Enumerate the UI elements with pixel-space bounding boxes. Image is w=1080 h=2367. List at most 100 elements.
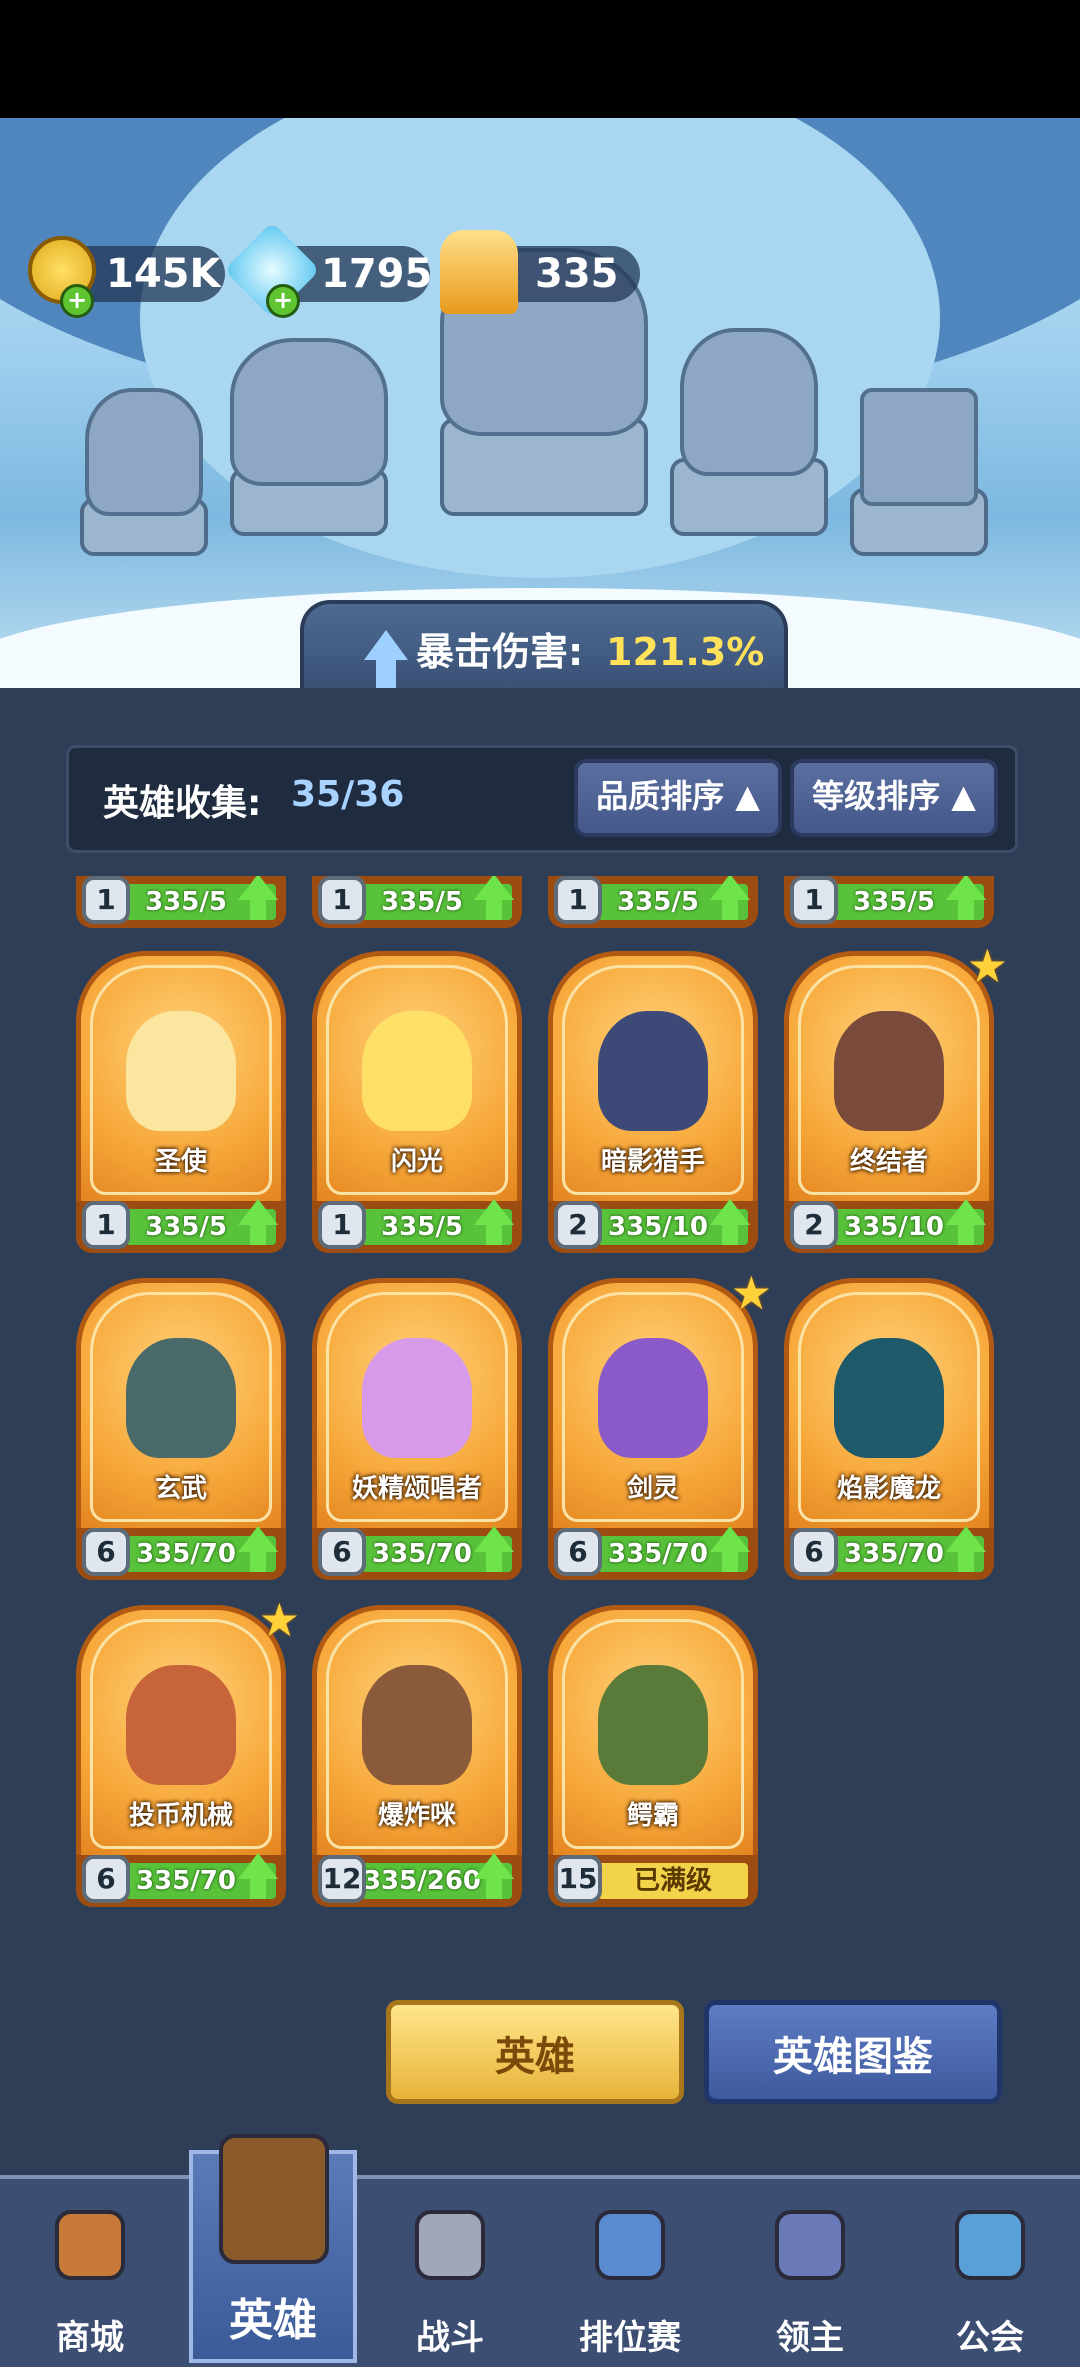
- hero-card-grid[interactable]: 狮鹫 335/5 1 凛冬之心 335/5 1 绯红之镰 335/5 1: [0, 876, 1080, 1966]
- nav-label: 战斗: [416, 2318, 484, 2358]
- upgrade-arrow-stem: [722, 1223, 738, 1245]
- hero-level-badge: 12: [318, 1855, 366, 1903]
- hero-level-badge: 15: [554, 1855, 602, 1903]
- upgrade-arrow-icon: [238, 1199, 278, 1225]
- upgrade-arrow-icon: [474, 876, 514, 900]
- hero-card[interactable]: 暗影猎手 335/10 2: [548, 951, 758, 1256]
- hero-level-badge: 1: [318, 1201, 366, 1249]
- hero-card[interactable]: 终结者 335/10 2 ★: [784, 939, 1008, 1256]
- add-crystal-icon[interactable]: +: [266, 284, 300, 318]
- shard-progress-text: 335/70: [844, 1539, 944, 1569]
- nav-item-rank-shield[interactable]: 排位赛: [555, 2190, 705, 2363]
- crit-damage-banner: 暴击伤害: 121.3%: [300, 600, 788, 692]
- shard-progress-text: 335/5: [381, 887, 463, 917]
- hero-card[interactable]: 闪光 335/5 1: [312, 951, 522, 1256]
- hero-portrait: [598, 1665, 708, 1785]
- hero-portrait: [834, 1011, 944, 1131]
- upgrade-arrow-stem: [486, 1877, 502, 1899]
- hero-level-badge: 1: [82, 876, 130, 924]
- upgrade-arrow-icon: [238, 1526, 278, 1552]
- hero-level-badge: 1: [82, 1201, 130, 1249]
- star-icon: ★: [258, 1593, 300, 1647]
- hero-card[interactable]: 狮鹫 335/5 1: [76, 876, 286, 931]
- upgrade-arrow-stem: [958, 1550, 974, 1572]
- hero-card[interactable]: 绯红之镰 335/5 1: [548, 876, 758, 931]
- crystal-amount: 1795: [321, 251, 433, 297]
- hero-level-badge: 1: [554, 876, 602, 924]
- griffin-statue: [230, 338, 388, 486]
- gold-shard-icon: [440, 230, 518, 314]
- upgrade-arrow-stem: [250, 1550, 266, 1572]
- nav-item-guild-tower[interactable]: 公会: [915, 2190, 1065, 2363]
- hero-level-badge: 6: [318, 1528, 366, 1576]
- hero-name: 暗影猎手: [600, 1147, 705, 1177]
- hero-codex-button[interactable]: 英雄图鉴: [704, 2000, 1002, 2104]
- collection-label: 英雄收集:: [103, 783, 262, 824]
- shard-progress-text: 335/70: [136, 1539, 236, 1569]
- crit-damage-value: 121.3%: [606, 630, 765, 674]
- hero-card[interactable]: 爆炸咪 335/260 12: [312, 1605, 522, 1910]
- hero-portrait: [598, 1011, 708, 1131]
- gargoyle-statue: [85, 388, 203, 516]
- hero-card[interactable]: 凛冬之心 335/5 1: [312, 876, 522, 931]
- upgrade-arrow-stem: [722, 1550, 738, 1572]
- hero-portrait: [126, 1665, 236, 1785]
- hero-name: 投币机械: [128, 1801, 233, 1831]
- hero-name: 妖精颂唱者: [351, 1474, 482, 1504]
- hero-card[interactable]: 剑灵 335/70 6 ★: [548, 1266, 772, 1583]
- hero-level-badge: 2: [790, 1201, 838, 1249]
- shard-progress-text: 335/5: [381, 1212, 463, 1242]
- shard-progress-text: 335/5: [145, 887, 227, 917]
- hero-card[interactable]: 圣使 335/5 1: [76, 951, 286, 1256]
- hero-tab-button[interactable]: 英雄: [386, 2000, 684, 2104]
- shop-icon: [55, 2210, 125, 2280]
- nav-label: 商城: [56, 2318, 124, 2358]
- rank-shield-icon: [595, 2210, 665, 2280]
- hero-name: 焰影魔龙: [836, 1474, 941, 1504]
- upgrade-arrow-icon: [238, 1853, 278, 1879]
- status-bar: [0, 0, 1080, 118]
- hero-name: 圣使: [154, 1147, 207, 1177]
- hero-level-badge: 6: [82, 1528, 130, 1576]
- upgrade-arrow-icon: [474, 1199, 514, 1225]
- arrow-up-stem: [376, 658, 396, 688]
- nav-item-hero-card[interactable]: 英雄: [189, 2134, 357, 2363]
- hero-portrait: [834, 1338, 944, 1458]
- hero-name: 闪光: [390, 1147, 443, 1177]
- hero-level-badge: 6: [82, 1855, 130, 1903]
- hero-level-badge: 1: [318, 876, 366, 924]
- upgrade-arrow-icon: [238, 876, 278, 900]
- upgrade-arrow-stem: [486, 1223, 502, 1245]
- shard-progress-text: 335/5: [617, 887, 699, 917]
- shard-progress-bar: 已满级: [598, 1863, 748, 1899]
- upgrade-arrow-icon: [710, 1526, 750, 1552]
- hero-name: 鳄霸: [626, 1801, 679, 1831]
- hero-card[interactable]: 投币机械 335/70 6 ★: [76, 1593, 300, 1910]
- star-icon: ★: [966, 939, 1008, 993]
- guild-tower-icon: [955, 2210, 1025, 2280]
- hero-level-badge: 6: [790, 1528, 838, 1576]
- sort-by-level-button[interactable]: 等级排序 ▲: [790, 759, 998, 837]
- hero-portrait: [126, 1338, 236, 1458]
- nav-item-shop[interactable]: 商城: [15, 2190, 165, 2363]
- star-icon: ★: [730, 1266, 772, 1320]
- nav-item-lord-banner[interactable]: 领主: [735, 2190, 885, 2363]
- upgrade-arrow-stem: [486, 898, 502, 920]
- shard-progress-text: 335/5: [853, 887, 935, 917]
- hero-card[interactable]: 焰影魔龙 335/70 6: [784, 1278, 994, 1583]
- hero-card[interactable]: 妖精颂唱者 335/70 6: [312, 1278, 522, 1583]
- nav-label: 排位赛: [579, 2318, 681, 2358]
- hero-card[interactable]: 死灵巫祝 335/5 1: [784, 876, 994, 931]
- sort-by-quality-button[interactable]: 品质排序 ▲: [574, 759, 782, 837]
- add-gold-icon[interactable]: +: [60, 284, 94, 318]
- nav-label: 英雄: [229, 2295, 317, 2346]
- shard-progress-text: 已满级: [633, 1866, 712, 1896]
- hero-card[interactable]: 玄武 335/70 6: [76, 1278, 286, 1583]
- shard-progress-text: 335/10: [608, 1212, 708, 1242]
- hero-name: 爆炸咪: [377, 1801, 456, 1831]
- upgrade-arrow-icon: [474, 1853, 514, 1879]
- hooded-statue: [680, 328, 818, 476]
- hero-portrait: [126, 1011, 236, 1131]
- hero-card[interactable]: 鳄霸 已满级 15: [548, 1605, 758, 1910]
- nav-item-crossed-swords[interactable]: 战斗: [375, 2190, 525, 2363]
